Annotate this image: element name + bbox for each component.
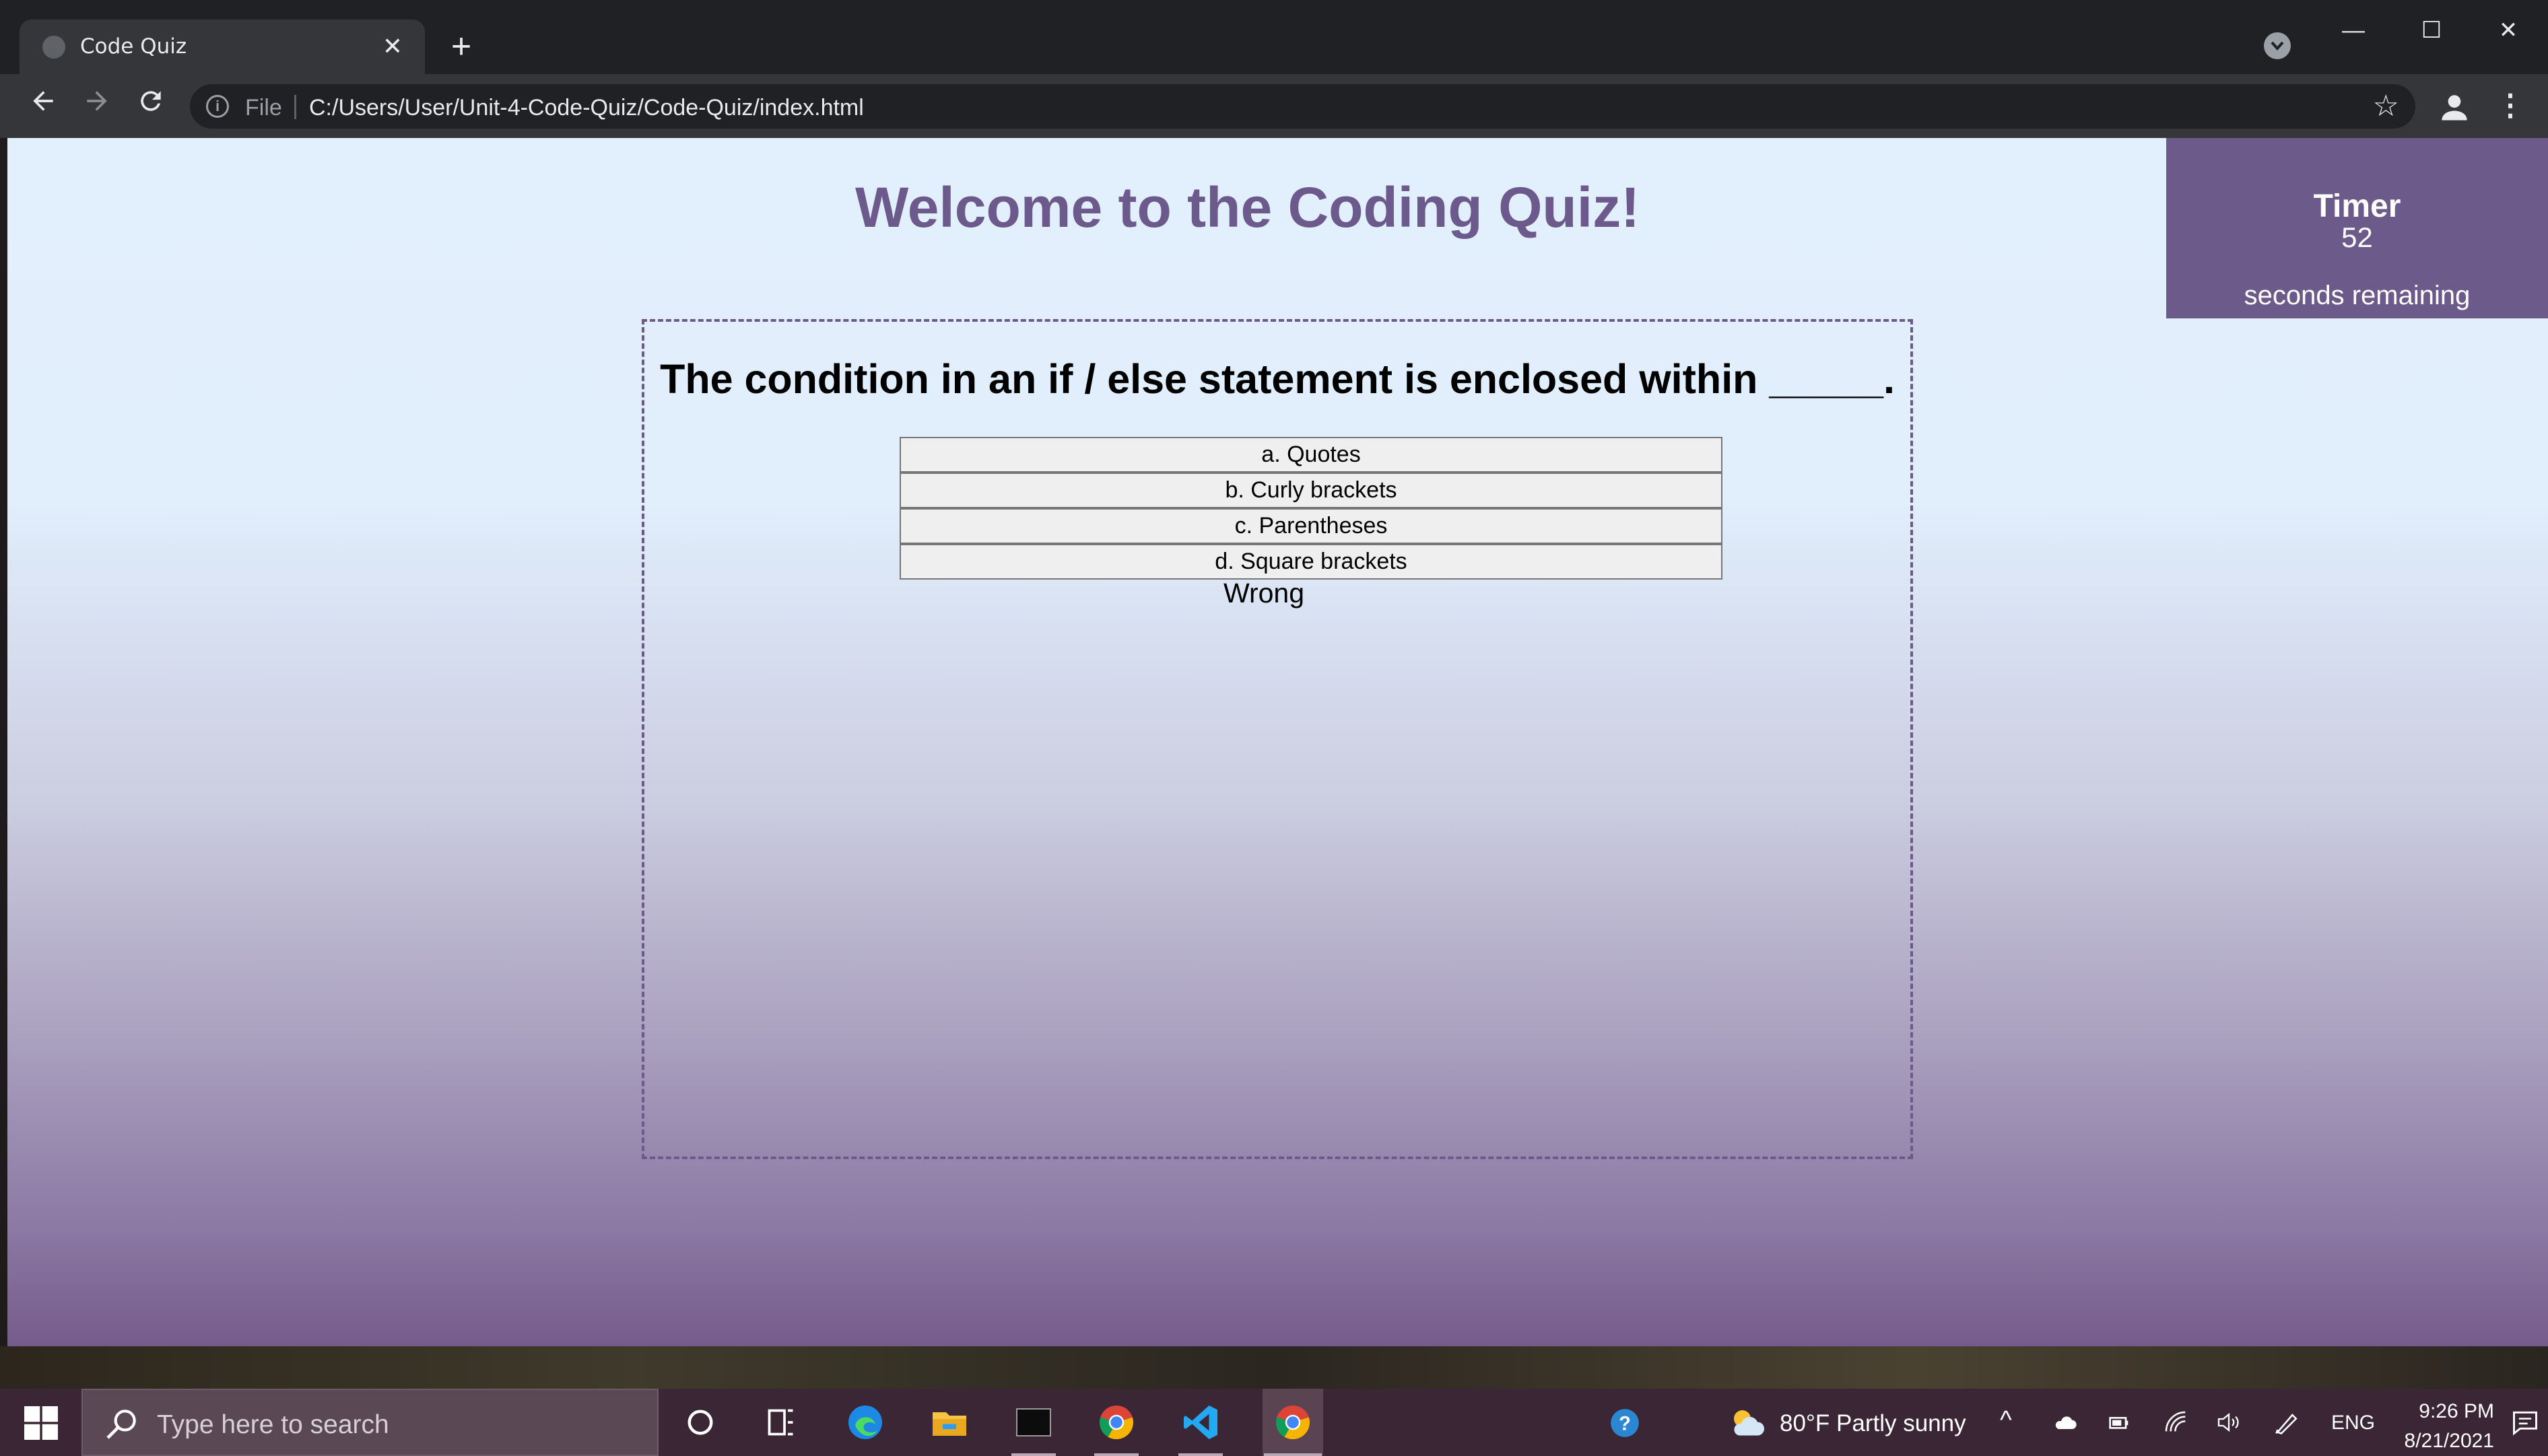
close-window-button[interactable]: ✕ bbox=[2471, 15, 2545, 46]
timer-label: Timer bbox=[2313, 188, 2401, 224]
search-placeholder: Type here to search bbox=[157, 1410, 389, 1439]
maximize-button[interactable]: ☐ bbox=[2394, 15, 2469, 46]
running-indicator bbox=[1094, 1453, 1139, 1456]
chrome-icon[interactable] bbox=[1096, 1402, 1137, 1443]
vscode-icon[interactable] bbox=[1180, 1402, 1221, 1443]
weather-text[interactable]: 80°F Partly sunny bbox=[1780, 1410, 1966, 1437]
onedrive-cloud-icon[interactable] bbox=[2050, 1409, 2080, 1436]
search-icon bbox=[103, 1405, 141, 1446]
running-indicator bbox=[1011, 1453, 1056, 1456]
scheme-label: File bbox=[245, 95, 282, 120]
answer-button-b[interactable]: b. Curly brackets bbox=[900, 473, 1722, 508]
clock-date: 8/21/2021 bbox=[2404, 1430, 2494, 1452]
tab-close-button[interactable]: ✕ bbox=[374, 28, 411, 65]
answer-button-c[interactable]: c. Parentheses bbox=[900, 508, 1722, 544]
file-explorer-icon[interactable] bbox=[929, 1402, 970, 1443]
active-indicator bbox=[1264, 1453, 1322, 1456]
reload-icon[interactable] bbox=[131, 86, 171, 127]
address-bar[interactable]: i File C:/Users/User/Unit-4-Code-Quiz/Co… bbox=[190, 84, 2415, 129]
address-separator bbox=[294, 95, 296, 119]
taskbar: Type here to search ? 80°F Partly sunny … bbox=[0, 1389, 2548, 1456]
running-indicator bbox=[1178, 1453, 1223, 1456]
tab-title: Code Quiz bbox=[80, 34, 187, 59]
volume-icon[interactable] bbox=[2214, 1409, 2244, 1436]
timer-value: 52 bbox=[2341, 221, 2373, 253]
kebab-menu-icon[interactable]: ⋮ bbox=[2495, 89, 2525, 127]
answer-feedback: Wrong bbox=[1223, 578, 1305, 609]
globe-icon bbox=[42, 36, 65, 59]
language-indicator[interactable]: ENG bbox=[2331, 1412, 2375, 1434]
taskbar-search-box[interactable]: Type here to search bbox=[81, 1389, 659, 1456]
windows-start-icon[interactable] bbox=[24, 1406, 58, 1440]
answer-list: a. Quotes b. Curly brackets c. Parenthes… bbox=[900, 437, 1722, 580]
clock-time: 9:26 PM bbox=[2419, 1400, 2494, 1422]
system-clock[interactable]: 9:26 PM 8/21/2021 bbox=[2373, 1397, 2494, 1456]
wifi-icon[interactable] bbox=[2161, 1409, 2191, 1436]
bookmark-star-icon[interactable]: ☆ bbox=[2373, 90, 2399, 123]
tab-code-quiz[interactable]: Code Quiz ✕ bbox=[20, 20, 425, 74]
desktop-wallpaper bbox=[0, 1346, 2548, 1389]
timer-panel: Timer 52 seconds remaining bbox=[2166, 138, 2548, 318]
quiz-container: The condition in an if / else statement … bbox=[642, 319, 1913, 1159]
question-text: The condition in an if / else statement … bbox=[660, 356, 1895, 402]
edge-icon[interactable] bbox=[845, 1402, 885, 1443]
page-viewport: Welcome to the Coding Quiz! Timer 52 sec… bbox=[7, 138, 2548, 1346]
answer-button-a[interactable]: a. Quotes bbox=[900, 437, 1722, 473]
browser-tab-strip: Code Quiz ✕ + — ☐ ✕ bbox=[0, 0, 2548, 74]
cortana-icon[interactable] bbox=[680, 1402, 720, 1443]
weather-partly-sunny-icon[interactable] bbox=[1727, 1403, 1768, 1444]
answer-button-d[interactable]: d. Square brackets bbox=[900, 544, 1722, 580]
profile-avatar-icon[interactable] bbox=[2436, 89, 2473, 127]
url-text[interactable]: C:/Users/User/Unit-4-Code-Quiz/Code-Quiz… bbox=[309, 95, 864, 121]
svg-text:?: ? bbox=[1619, 1413, 1631, 1434]
timer-suffix: seconds remaining bbox=[2244, 281, 2471, 310]
browser-toolbar: i File C:/Users/User/Unit-4-Code-Quiz/Co… bbox=[0, 74, 2548, 138]
chrome-active-icon[interactable] bbox=[1273, 1402, 1313, 1443]
notification-center-icon[interactable] bbox=[2510, 1408, 2540, 1437]
site-info-icon[interactable]: i bbox=[206, 95, 229, 118]
task-view-icon[interactable] bbox=[761, 1402, 801, 1443]
chevron-up-icon[interactable]: ^ bbox=[2000, 1406, 2012, 1435]
pen-ink-icon[interactable] bbox=[2273, 1408, 2302, 1437]
terminal-icon[interactable] bbox=[1013, 1402, 1054, 1443]
minimize-button[interactable]: — bbox=[2316, 15, 2390, 46]
battery-icon[interactable] bbox=[2104, 1409, 2134, 1436]
back-arrow-icon[interactable] bbox=[23, 86, 63, 127]
new-tab-button[interactable]: + bbox=[438, 26, 485, 67]
help-icon[interactable]: ? bbox=[1608, 1406, 1642, 1440]
forward-arrow-icon[interactable] bbox=[77, 86, 117, 127]
tab-search-icon[interactable] bbox=[2264, 32, 2291, 59]
